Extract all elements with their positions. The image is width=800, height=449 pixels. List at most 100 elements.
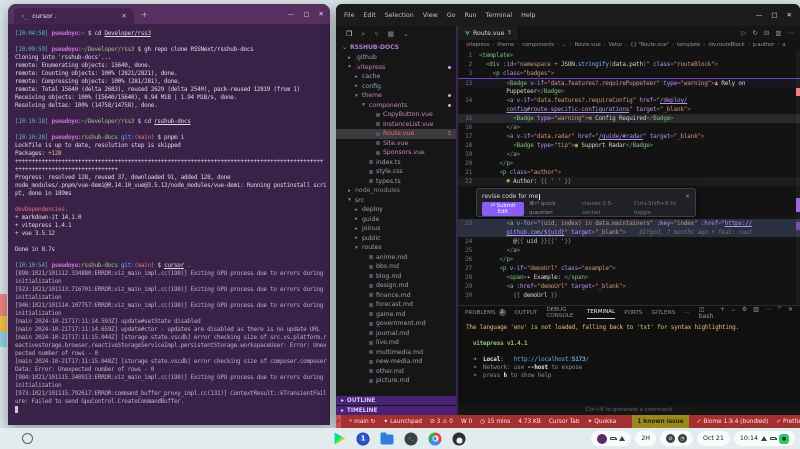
launcher-button[interactable]: [22, 433, 33, 444]
screen-time-pill[interactable]: 2H: [635, 431, 656, 446]
close-tab-icon[interactable]: ✕: [122, 12, 127, 20]
tree-item-game-md[interactable]: game.md: [336, 310, 456, 320]
breadcrumb-item[interactable]: vitepress: [466, 42, 489, 48]
panel-control-icon[interactable]: +: [720, 306, 725, 320]
status-item-remote-indicator[interactable]: ✓: [336, 415, 341, 428]
tree-item-blog-md[interactable]: blog.md: [336, 272, 456, 282]
tree-item-forecast-md[interactable]: forecast.md: [336, 300, 456, 310]
tree-item-live-md[interactable]: live.md: [336, 338, 456, 348]
editor-scrollbar[interactable]: [796, 50, 800, 305]
menu-go[interactable]: Go: [447, 12, 456, 19]
editor-action-icon[interactable]: ↻: [752, 29, 757, 37]
status-item-launchpad[interactable]: ✦ Launchpad: [383, 415, 422, 428]
tree-item-guide[interactable]: ▸guide: [336, 215, 456, 225]
code-editor[interactable]: 1<template>2 <div :id="namespace + JSON.…: [458, 50, 800, 305]
menu-run[interactable]: Run: [464, 12, 476, 19]
tree-item-config[interactable]: ▸config: [336, 82, 456, 92]
date-pill[interactable]: Oct 21: [697, 431, 730, 446]
menu-edit[interactable]: Edit: [364, 12, 376, 19]
tree-item-cache[interactable]: ▸cache: [336, 72, 456, 82]
breadcrumb-item[interactable]: a: [782, 42, 785, 48]
tree-item-design-md[interactable]: design.md: [336, 281, 456, 291]
menu-selection[interactable]: Selection: [385, 12, 414, 19]
breadcrumb-item[interactable]: theme: [497, 42, 514, 48]
tree-item-instancelist-vue[interactable]: InstanceList.vue: [336, 120, 456, 130]
new-tab-button[interactable]: +: [138, 10, 151, 19]
minimize-icon[interactable]: —: [756, 11, 763, 19]
tree-item-site-vue[interactable]: Site.vue: [336, 139, 456, 149]
linux-penguin-icon[interactable]: [453, 432, 466, 445]
status-item-time-tracker[interactable]: ◷ 15 mins: [480, 415, 510, 428]
status-item-prettier[interactable]: ✓ Prettier: [776, 415, 800, 428]
terminal-tab[interactable]: ›_ cursor . ✕: [14, 8, 134, 24]
model-selector[interactable]: claude-3.5-sonnet: [582, 200, 628, 218]
tab-route-vue[interactable]: Route.vue 3: [458, 26, 519, 40]
panel-control-icon[interactable]: ^: [777, 306, 782, 320]
tree-item-theme[interactable]: ▾theme: [336, 91, 456, 101]
maximize-icon[interactable]: ▢: [303, 10, 309, 18]
tree-item-node-modules[interactable]: ▸node_modules: [336, 186, 456, 196]
status-item-quokka[interactable]: ✦ Quokka: [588, 415, 617, 428]
breadcrumb-item[interactable]: {} "Route.vue": [630, 42, 669, 48]
tree-item--vitepress[interactable]: ▾.vitepress: [336, 63, 456, 73]
integrated-terminal[interactable]: The language 'env' is not loaded, fallin…: [458, 319, 800, 405]
tree-item-components[interactable]: ▾components: [336, 101, 456, 111]
tree-item-multimedia-md[interactable]: multimedia.md: [336, 348, 456, 358]
maximize-icon[interactable]: □: [771, 11, 777, 19]
tree-item-deploy[interactable]: ▸deploy: [336, 205, 456, 215]
panel-control-icon[interactable]: ⋯: [765, 306, 771, 320]
close-icon[interactable]: ✕: [319, 10, 324, 18]
play-store-icon[interactable]: [335, 433, 346, 445]
editor-action-icon[interactable]: ⊟: [764, 29, 769, 37]
terminal-output[interactable]: [10:04:58] pseudoyu:~ $ cd Developer/rss…: [8, 24, 330, 420]
status-item-w-counter[interactable]: W 0: [461, 415, 472, 428]
files-icon[interactable]: [381, 435, 394, 445]
status-item-biome[interactable]: ✓ Biome 1.9.4 (bundled): [697, 415, 769, 428]
terminal-titlebar[interactable]: ›_ cursor . ✕ + — ▢ ✕: [8, 4, 330, 24]
menu-terminal[interactable]: Terminal: [486, 12, 513, 19]
menu-help[interactable]: Help: [521, 12, 535, 19]
explorer-root[interactable]: ⌄ RSSHUB-DOCS: [336, 42, 456, 53]
extensions-icon[interactable]: ▦: [387, 30, 394, 38]
panel-tab-output[interactable]: OUTPUT: [515, 306, 538, 319]
status-item-known-issue[interactable]: 1 known issue: [632, 415, 688, 428]
panel-control-icon[interactable]: ✕: [788, 306, 793, 320]
explorer-icon[interactable]: ❐: [346, 30, 352, 38]
tree-item-government-md[interactable]: government.md: [336, 319, 456, 329]
tree-item-new-media-md[interactable]: new-media.md: [336, 357, 456, 367]
menu-view[interactable]: View: [423, 12, 438, 19]
tree-item-route-vue[interactable]: Route.vue3: [336, 129, 456, 139]
status-item-cursor-tab[interactable]: Cursor Tab: [549, 415, 580, 428]
status-item-file-size[interactable]: 4.73 KB: [518, 415, 541, 428]
status-item-git-branch[interactable]: ⑂ main ↻: [349, 415, 376, 428]
panel-control-icon[interactable]: ◫ bash: [699, 306, 714, 320]
tree-item-anime-md[interactable]: anime.md: [336, 253, 456, 263]
tree-item-finance-md[interactable]: finance.md: [336, 291, 456, 301]
tree-item-index-ts[interactable]: index.ts: [336, 158, 456, 168]
submit-edit-button[interactable]: ⏎ Submit Edit: [482, 202, 524, 216]
panel-control-icon[interactable]: ⌄: [731, 306, 736, 320]
tree-item-src[interactable]: ▾src: [336, 196, 456, 206]
tree-item-style-css[interactable]: style.css: [336, 167, 456, 177]
tree-item-bbs-md[interactable]: bbs.md: [336, 262, 456, 272]
minimize-icon[interactable]: —: [288, 10, 295, 18]
panel-tab-ports[interactable]: PORTS: [624, 306, 642, 319]
editor-action-icon[interactable]: ▷: [741, 29, 746, 37]
tree-item-routes[interactable]: ▾routes: [336, 243, 456, 253]
terminal-app-icon[interactable]: [405, 432, 418, 445]
tree-item-types-ts[interactable]: types.ts: [336, 177, 456, 187]
source-control-icon[interactable]: ⑂: [374, 30, 378, 38]
onepassword-icon[interactable]: [357, 432, 370, 445]
panel-tab-gitlens[interactable]: GITLENS: [651, 306, 675, 319]
chrome-icon[interactable]: [429, 432, 442, 445]
panel-control-icon[interactable]: ⚙: [742, 306, 747, 320]
breadcrumb-item[interactable]: components: [522, 42, 554, 48]
profile-pill[interactable]: [591, 431, 631, 446]
panel-tab-problems[interactable]: PROBLEMS2: [465, 306, 506, 319]
tree-item-joinus[interactable]: ▸joinus: [336, 224, 456, 234]
tree-item-picture-md[interactable]: picture.md: [336, 376, 456, 386]
tree-item-public[interactable]: ▸public: [336, 234, 456, 244]
status-item-problems-summary[interactable]: ⊘ 3 ⚠ 0: [430, 415, 453, 428]
status-tray[interactable]: 10:14 ●: [734, 431, 795, 446]
outline-section[interactable]: ▸ OUTLINE: [336, 396, 456, 405]
